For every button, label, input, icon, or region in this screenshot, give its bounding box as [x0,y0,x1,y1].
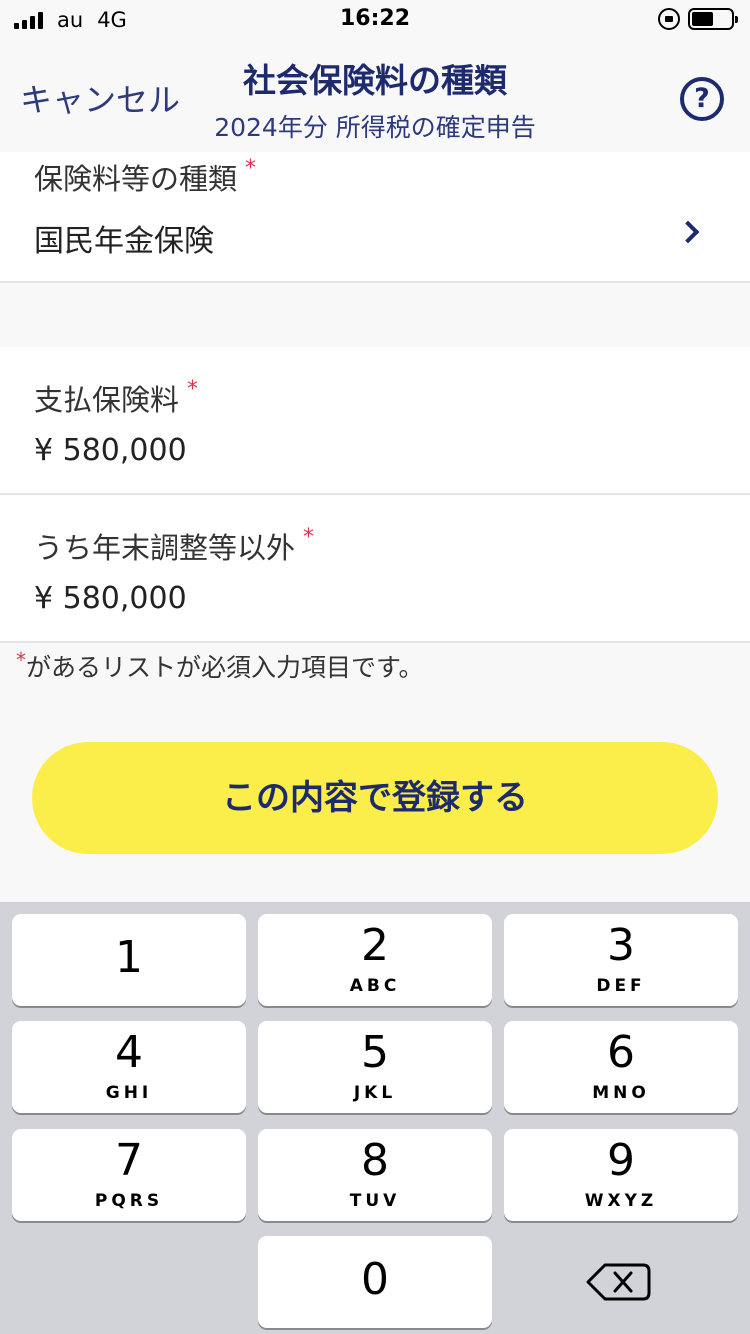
numeric-keypad: 1 2 ABC 3 DEF 4 GHI 5 JKL 6 MNO 7 PQRS 8… [0,902,750,1334]
insurance-type-label: 保険料等の種類 * [34,156,257,196]
key-6[interactable]: 6 MNO [504,1021,738,1113]
divider [0,641,750,643]
key-0[interactable]: 0 [258,1236,492,1328]
navigation-bar: キャンセル 社会保険料の種類 2024年分 所得税の確定申告 ? [0,40,750,152]
key-8[interactable]: 8 TUV [258,1129,492,1221]
key-5[interactable]: 5 JKL [258,1021,492,1113]
key-3[interactable]: 3 DEF [504,914,738,1006]
divider [0,281,750,283]
required-mark: * [187,377,199,402]
key-2[interactable]: 2 ABC [258,914,492,1006]
delete-key[interactable] [504,1236,738,1328]
key-4[interactable]: 4 GHI [12,1021,246,1113]
status-time: 16:22 [339,6,411,31]
battery-icon [688,8,738,30]
key-7[interactable]: 7 PQRS [12,1129,246,1221]
rotation-lock-icon [658,8,680,30]
status-bar: au 4G 16:22 [0,0,750,40]
insurance-type-value: 国民年金保険 [34,224,214,259]
premium-section: 支払保険料 * ¥ 580,000 うち年末調整等以外 * ¥ 580,000 [0,347,750,641]
insurance-type-row[interactable]: 保険料等の種類 * 国民年金保険 [0,152,750,282]
required-mark: * [245,156,257,181]
key-1[interactable]: 1 [12,914,246,1006]
help-icon[interactable]: ? [680,77,724,121]
backspace-icon [586,1263,651,1301]
non-year-end-input[interactable]: ¥ 580,000 [34,581,187,616]
key-9[interactable]: 9 WXYZ [504,1129,738,1221]
page-subtitle: 2024年分 所得税の確定申告 [214,113,536,142]
paid-premium-input[interactable]: ¥ 580,000 [34,433,187,468]
non-year-end-label: うち年末調整等以外 * [34,525,315,565]
status-right [658,8,738,30]
paid-premium-label: 支払保険料 * [34,377,199,417]
submit-button[interactable]: この内容で登録する [32,742,718,854]
chevron-right-icon [676,220,700,244]
page-title: 社会保険料の種類 [243,61,507,100]
required-note: *があるリストが必須入力項目です。 [16,648,424,682]
required-mark: * [303,525,315,550]
divider [0,493,750,495]
